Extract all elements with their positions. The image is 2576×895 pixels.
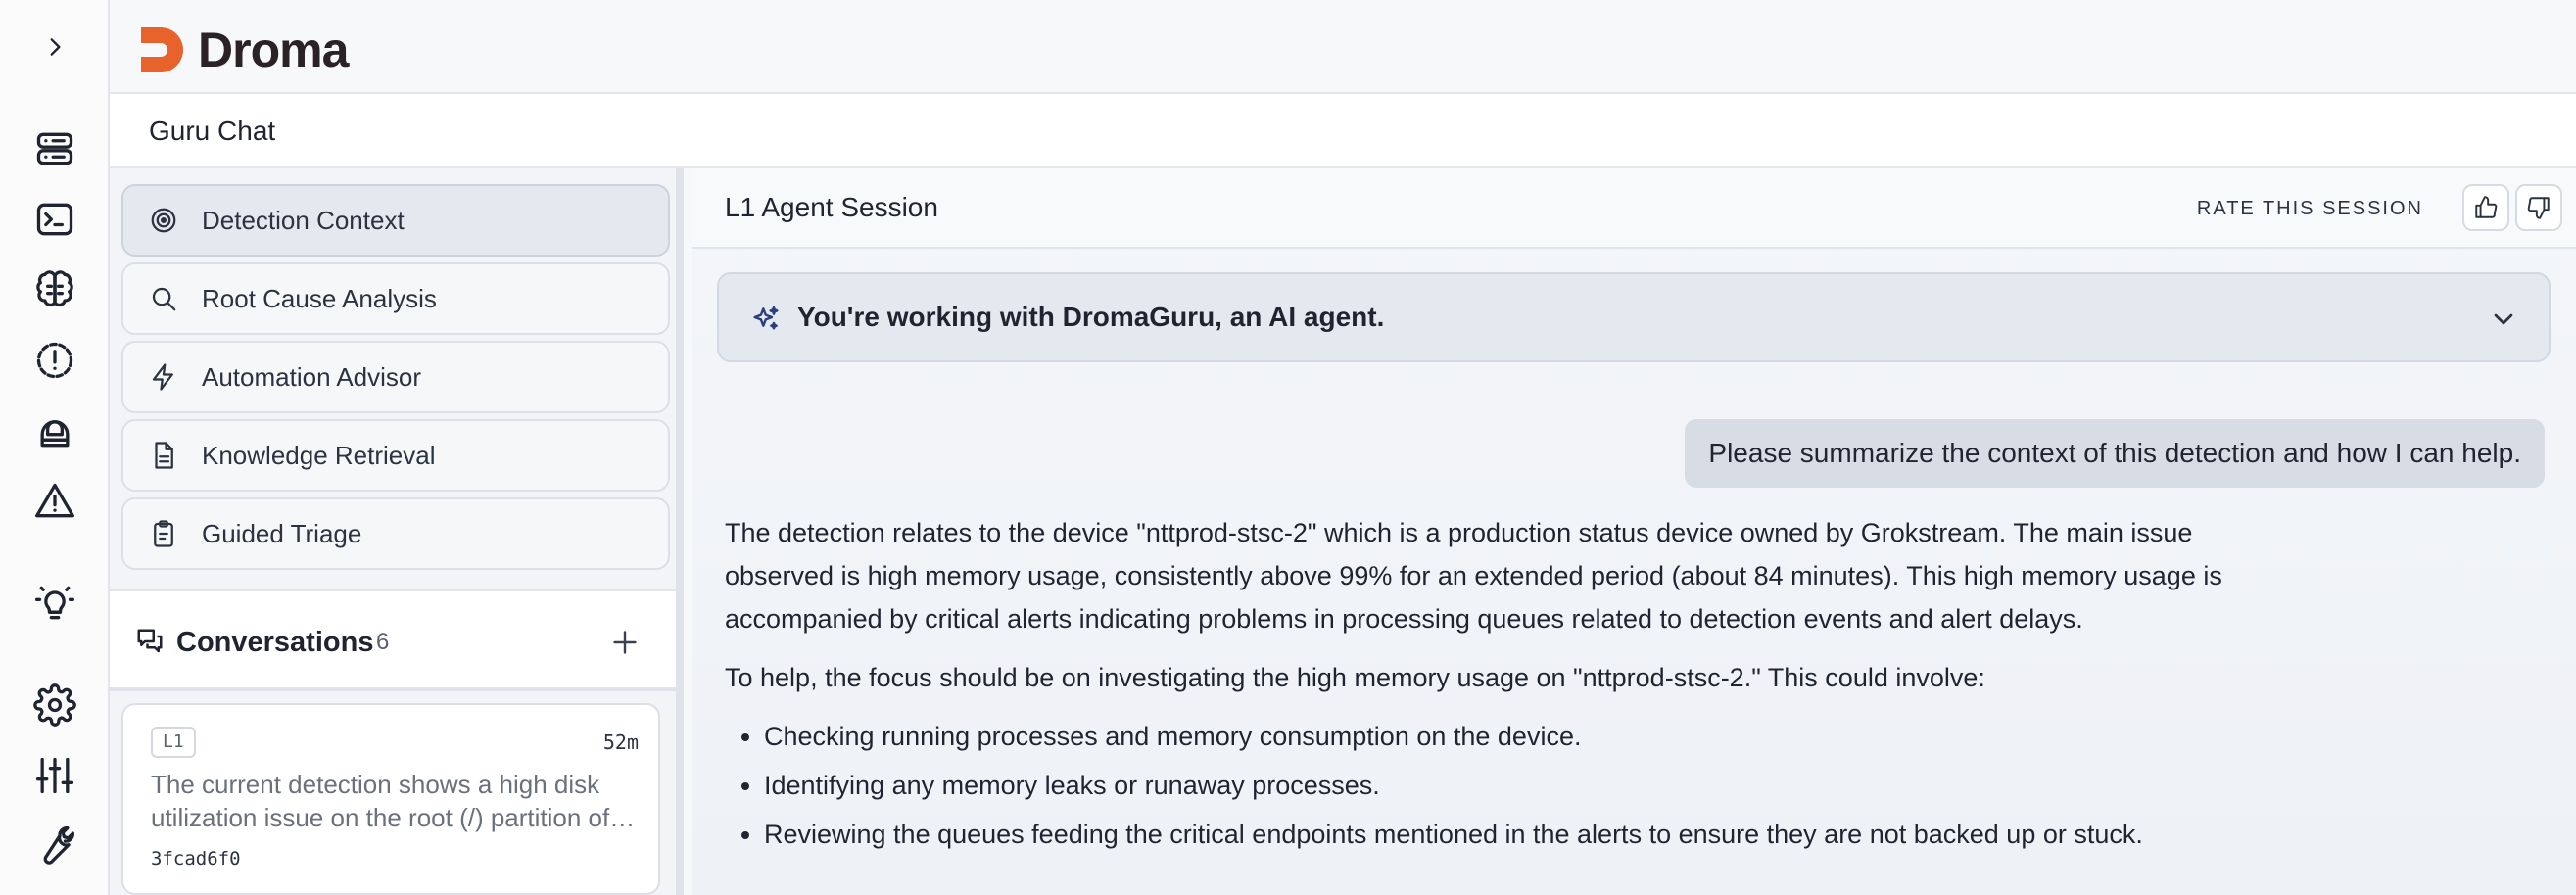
- nav-item-label: Detection Context: [202, 205, 405, 235]
- agent-info-banner[interactable]: You're working with DromaGuru, an AI age…: [717, 272, 2551, 362]
- chevron-down-icon[interactable]: [2488, 304, 2519, 335]
- nav-item-label: Knowledge Retrieval: [202, 440, 436, 470]
- wrench-icon[interactable]: [25, 817, 84, 875]
- nav-item-label: Guided Triage: [202, 518, 362, 548]
- target-icon: [151, 208, 176, 233]
- agent-reply: The detection relates to the device "ntt…: [725, 511, 2272, 862]
- conversation-card[interactable]: L1 52m The current detection shows a hig…: [121, 703, 660, 895]
- guru-nav-panel: Detection Context Root Cause Analysis Au…: [110, 168, 684, 895]
- thumbs-up-button[interactable]: [2462, 184, 2509, 231]
- warning-triangle-icon[interactable]: [25, 472, 84, 531]
- sliders-icon[interactable]: [25, 746, 84, 805]
- reply-bullet: Identifying any memory leaks or runaway …: [764, 764, 2272, 807]
- search-icon: [152, 287, 176, 311]
- app-header: Droma: [110, 0, 2576, 94]
- conversation-level-badge: L1: [151, 727, 196, 758]
- conversation-time: 52m: [602, 730, 639, 754]
- thumbs-up-icon: [2475, 196, 2498, 218]
- nav-item-detection-context[interactable]: Detection Context: [121, 184, 670, 257]
- lightning-icon: [152, 363, 173, 391]
- document-icon: [155, 442, 173, 469]
- clipboard-icon: [154, 520, 173, 547]
- thumbs-down-icon: [2527, 197, 2550, 219]
- reply-bullet: Checking running processes and memory co…: [764, 715, 2272, 758]
- chat-bubbles-icon: [137, 629, 163, 653]
- brain-icon[interactable]: [25, 260, 84, 319]
- icon-rail: [0, 0, 110, 895]
- conversation-snippet: The current detection shows a high disk …: [151, 770, 610, 832]
- agent-banner-text: You're working with DromaGuru, an AI age…: [797, 302, 1385, 332]
- settings-icon[interactable]: [25, 676, 84, 734]
- page-title: Guru Chat: [149, 116, 276, 146]
- conversation-id: 3fcad6f0: [151, 848, 241, 870]
- thumbs-down-button[interactable]: [2515, 184, 2562, 231]
- brand-name: Droma: [198, 23, 349, 77]
- user-message: Please summarize the context of this det…: [1685, 419, 2545, 488]
- droma-logo-icon: [141, 27, 183, 72]
- reply-bullet: Reviewing the queues feeding the critica…: [764, 813, 2272, 856]
- conversations-header: Conversations 6: [110, 589, 676, 691]
- session-title: L1 Agent Session: [725, 192, 938, 222]
- sparkles-icon: [753, 306, 779, 330]
- brand-logo[interactable]: Droma: [139, 22, 349, 78]
- nav-item-guided-triage[interactable]: Guided Triage: [121, 497, 670, 570]
- nav-item-root-cause-analysis[interactable]: Root Cause Analysis: [121, 262, 670, 335]
- nav-item-automation-advisor[interactable]: Automation Advisor: [121, 341, 670, 413]
- alert-circle-icon[interactable]: [25, 331, 84, 390]
- reply-paragraph: The detection relates to the device "ntt…: [725, 518, 2222, 634]
- conversations-title: Conversations: [176, 627, 374, 658]
- lightbulb-icon[interactable]: [25, 574, 84, 633]
- rate-session-label: RATE THIS SESSION: [2196, 198, 2423, 219]
- page-titlebar: Guru Chat: [110, 94, 2576, 168]
- nav-item-label: Root Cause Analysis: [202, 283, 437, 313]
- server-icon[interactable]: [25, 119, 84, 178]
- add-conversation-button[interactable]: [607, 625, 643, 660]
- nav-item-knowledge-retrieval[interactable]: Knowledge Retrieval: [121, 419, 670, 492]
- conversations-count: 6: [376, 629, 390, 655]
- session-panel: L1 Agent Session RATE THIS SESSION You'r…: [692, 168, 2576, 895]
- terminal-icon[interactable]: [25, 190, 84, 249]
- expand-chevron-icon[interactable]: [35, 27, 74, 67]
- reply-bullet-list: Checking running processes and memory co…: [764, 715, 2272, 856]
- session-bar: L1 Agent Session RATE THIS SESSION: [692, 168, 2576, 249]
- nav-item-label: Automation Advisor: [202, 361, 422, 392]
- helmet-icon[interactable]: [25, 401, 84, 460]
- reply-paragraph: To help, the focus should be on investig…: [725, 663, 1985, 692]
